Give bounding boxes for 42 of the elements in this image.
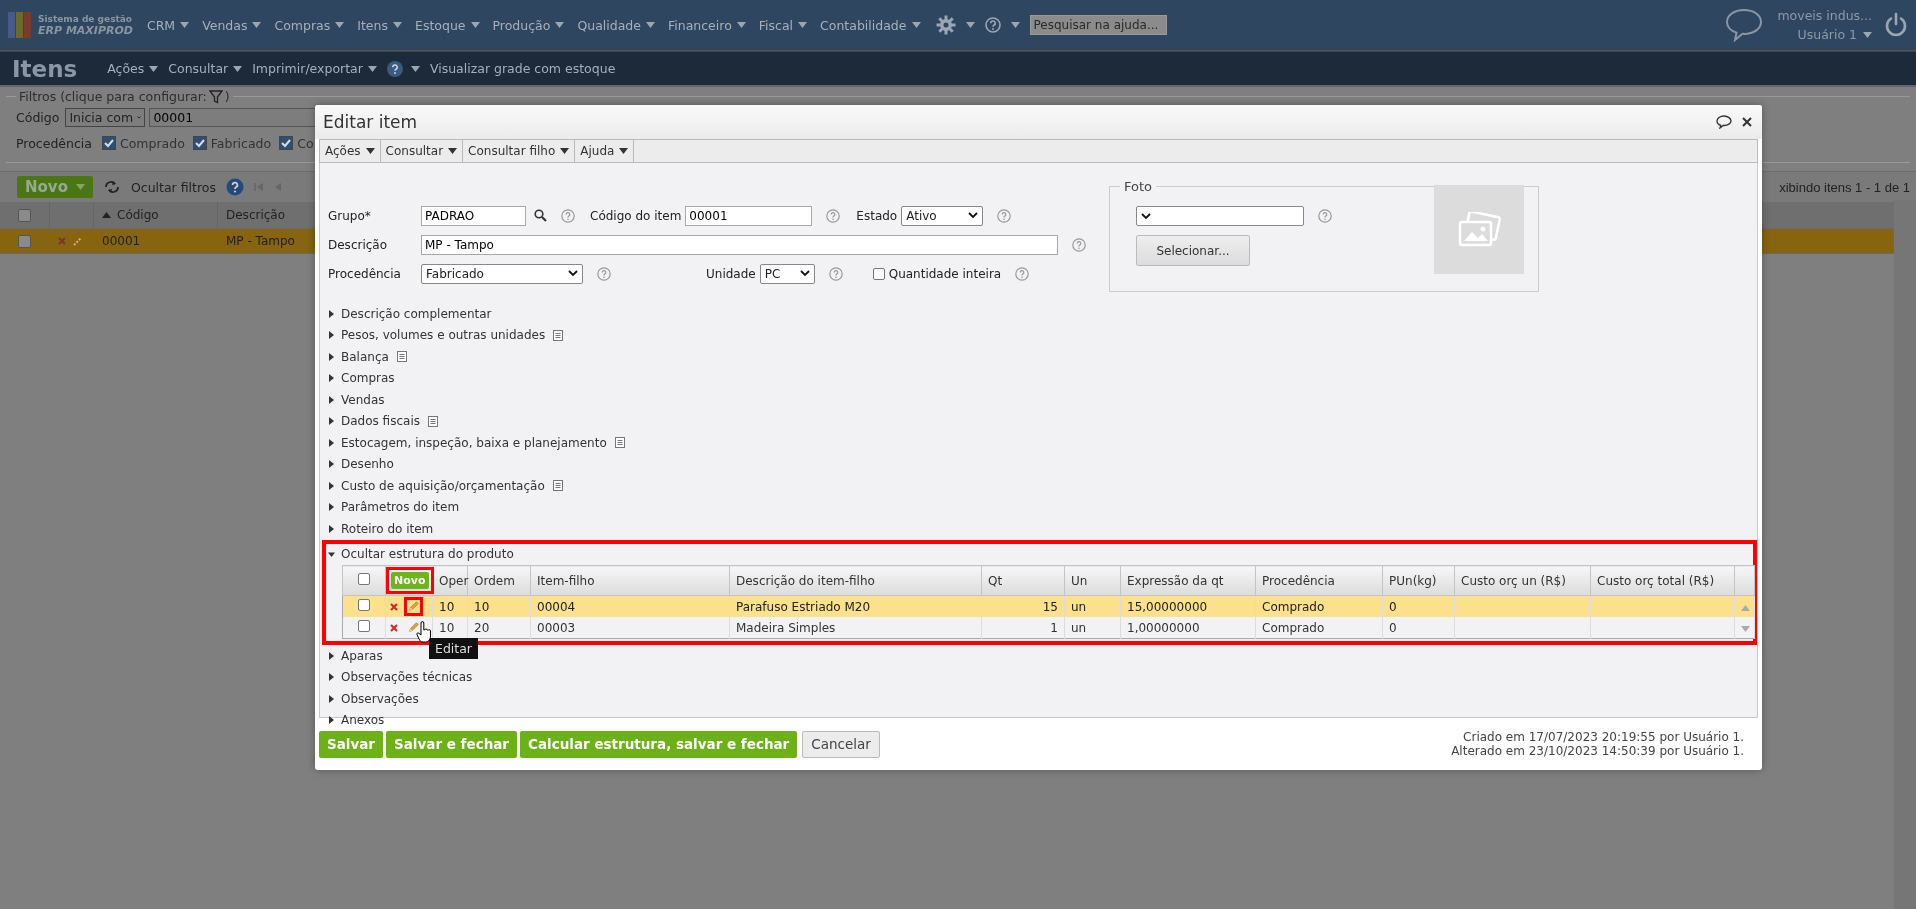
brand-subtitle: Sistema de gestão <box>38 13 133 24</box>
field-label: Unidade <box>706 266 756 281</box>
photo-legend: Foto <box>1120 179 1157 194</box>
table-cell: 1,00000000 <box>1127 620 1200 635</box>
checkbox-label: Co <box>297 135 314 151</box>
filter-label: Procedência <box>16 135 92 151</box>
table-cell: 15 <box>1042 599 1058 614</box>
table-cell: 1 <box>1050 620 1058 635</box>
field-label: Grupo* <box>328 208 372 223</box>
brand-name: ERP MAXIPROD <box>38 23 133 37</box>
checkbox-label: Comprado <box>119 135 185 151</box>
table-cell: 10 <box>439 599 455 614</box>
table-cell: 00003 <box>537 620 576 635</box>
table-cell: Parafuso Estriado M20 <box>736 599 871 614</box>
filter-label: Código <box>16 109 60 125</box>
filters-legend-end: ) <box>224 89 230 104</box>
table-cell: MP - Tampo <box>226 234 295 248</box>
table-cell: Comprado <box>1262 620 1325 635</box>
field-label: Procedência <box>328 266 402 281</box>
tooltip: Editar <box>429 638 478 659</box>
table-cell: 00001 <box>102 234 141 248</box>
checkbox-label: Fabricado <box>210 135 272 151</box>
checkbox-label: Quantidade inteira <box>888 266 1002 281</box>
table-cell: 10 <box>474 599 490 614</box>
field-label: Código do item <box>590 208 682 223</box>
page-title: Itens <box>12 55 78 82</box>
table-cell: 15,00000000 <box>1127 599 1208 614</box>
created-info: Criado em 17/07/2023 20:19:55 por Usuário 1. <box>1463 730 1744 744</box>
table-cell: Comprado <box>1262 599 1325 614</box>
table-cell: Madeira Simples <box>736 620 836 635</box>
paging-info: xibindo itens 1 - 1 de 1 <box>1779 179 1910 195</box>
table-cell: un <box>1071 620 1087 635</box>
table-cell: 00004 <box>537 599 576 614</box>
modified-info: Alterado em 23/10/2023 14:50:39 por Usuário 1. <box>1451 744 1744 758</box>
field-label: Descrição <box>328 237 389 252</box>
table-cell: 10 <box>439 620 455 635</box>
table-cell: 20 <box>474 620 490 635</box>
table-cell: 0 <box>1389 599 1397 614</box>
company-name: moveis indus... <box>1777 8 1872 23</box>
field-label: Estado <box>856 208 898 223</box>
table-cell: 0 <box>1389 620 1397 635</box>
table-cell: un <box>1071 599 1087 614</box>
